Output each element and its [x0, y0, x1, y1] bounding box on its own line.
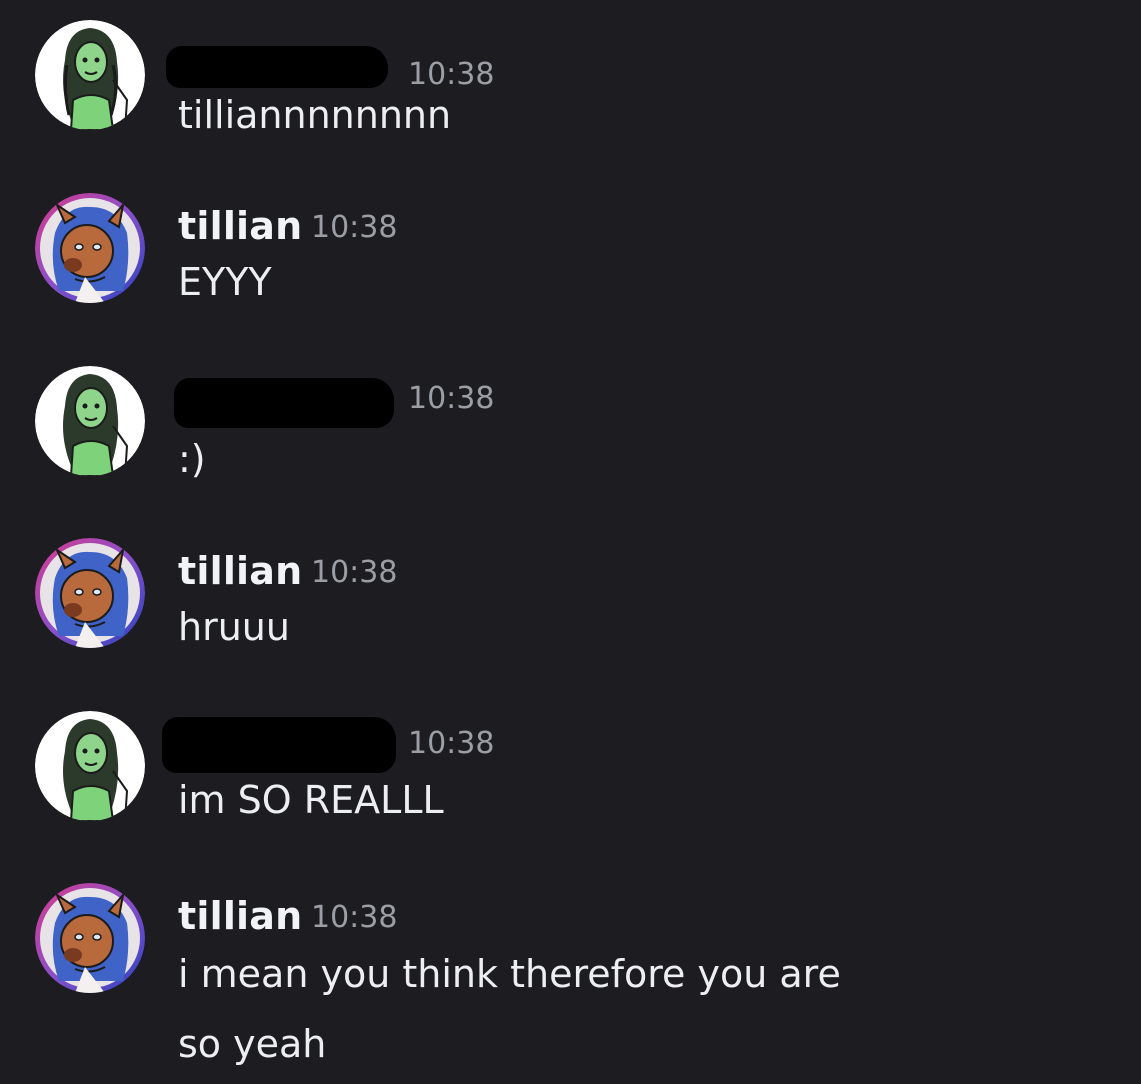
timestamp: 10:38 — [311, 900, 398, 935]
message: 10:38 :) — [0, 366, 1141, 486]
message: tillian 10:38 EYYY — [0, 193, 1141, 313]
username[interactable]: tillian — [178, 201, 302, 251]
avatar[interactable] — [35, 366, 145, 476]
fox-character-avatar-icon — [35, 538, 145, 648]
username[interactable]: tillian — [178, 891, 302, 941]
avatar[interactable] — [35, 193, 145, 303]
message-text: hruuu — [178, 605, 290, 649]
avatar[interactable] — [35, 883, 145, 993]
message-text: EYYY — [178, 260, 272, 304]
green-character-avatar-icon — [35, 366, 145, 476]
green-character-avatar-icon — [35, 711, 145, 821]
redacted-username — [174, 378, 394, 428]
username[interactable]: tillian — [178, 546, 302, 596]
message-text: im SO REALLL — [178, 778, 444, 822]
message-text: so yeah — [178, 1022, 327, 1066]
message-text: :) — [178, 437, 206, 481]
message: tillian 10:38 i mean you think therefore… — [0, 883, 1141, 1073]
avatar[interactable] — [35, 20, 145, 130]
timestamp: 10:38 — [311, 210, 398, 245]
message-text: tilliannnnnnnn — [178, 93, 452, 137]
message: 10:38 im SO REALLL — [0, 711, 1141, 831]
message-text: i mean you think therefore you are — [178, 952, 841, 996]
avatar[interactable] — [35, 538, 145, 648]
message: tillian 10:38 hruuu — [0, 538, 1141, 658]
timestamp: 10:38 — [408, 726, 495, 761]
timestamp: 10:38 — [408, 381, 495, 416]
message: 10:38 tilliannnnnnnn — [0, 20, 1141, 140]
timestamp: 10:38 — [311, 555, 398, 590]
green-character-avatar-icon — [35, 20, 145, 130]
redacted-username — [166, 46, 388, 88]
fox-character-avatar-icon — [35, 883, 145, 993]
fox-character-avatar-icon — [35, 193, 145, 303]
avatar[interactable] — [35, 711, 145, 821]
redacted-username — [162, 717, 396, 773]
